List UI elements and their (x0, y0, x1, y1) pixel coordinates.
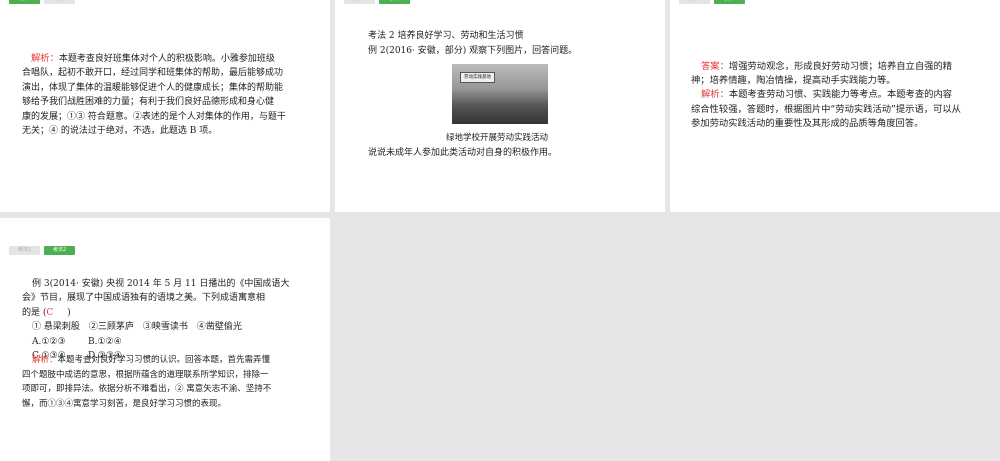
text-line: 增强劳动观念，形成良好劳动习惯；培养自立自强的精 (728, 61, 953, 72)
tab-method-1[interactable]: 考法1 (9, 0, 40, 4)
slide-2[interactable]: 考法1 考法2 考法 2 培养良好学习、劳动和生活习惯 例 2(2016· 安徽… (335, 0, 665, 212)
analysis-label: 解析： (32, 355, 58, 365)
option-a: A.①②③ (32, 337, 66, 347)
text-line: 合唱队，起初不敢开口，经过同学和班集体的帮助，最后能够成功 (22, 68, 284, 78)
tab-method-1[interactable]: 考法1 (679, 0, 710, 4)
tab-method-2[interactable]: 考法2 (379, 0, 410, 4)
text-line: 够给予我们战胜困难的力量；有利于我们良好品德形成和身心健 (22, 97, 275, 107)
text-line: 四个题肢中成语的意思，根据所蕴含的道理联系所学知识，排除一 (22, 370, 269, 380)
tab-method-2[interactable]: 考法2 (44, 0, 75, 4)
tab-method-1[interactable]: 考法1 (344, 0, 375, 4)
option-b: B.①②④ (88, 337, 122, 347)
question-line: 的是 ( (22, 308, 47, 318)
text-line: 演出，体现了集体的温暖能够促进个人的健康成长；集体的帮助能 (22, 83, 284, 93)
slide-3[interactable]: 考法1 考法2 答案：增强劳动观念，形成良好劳动习惯；培养自立自强的精 神；培养… (670, 0, 1000, 212)
text-line: 综合性较强，答题时，根据图片中“劳动实践活动”提示语，可以从 (691, 104, 961, 115)
tab-method-1[interactable]: 考法1 (9, 246, 40, 255)
text-line: 懈，而①③④寓意学习刻苦，是良好学习习惯的表现。 (22, 399, 227, 409)
tab-method-2[interactable]: 考法2 (714, 0, 745, 4)
text-line: 神；培养情趣，陶冶情操，提高动手实践能力等。 (691, 75, 896, 86)
question-line: 会》节目，展现了中国成语独有的语境之美。下列成语寓意相 (22, 293, 266, 303)
example-title: 例 2(2016· 安徽，部分) 观察下列图片，回答问题。 (368, 46, 578, 56)
text-line: 参加劳动实践活动的重要性及其形成的品质等角度回答。 (691, 118, 924, 129)
text-line: 本题考查良好班集体对个人的积极影响。小雅参加班级 (58, 54, 275, 64)
analysis-label: 解析： (701, 89, 729, 100)
paren-close: ) (67, 308, 71, 318)
question-line: 例 3(2014· 安徽) 央视 2014 年 5 月 11 日播出的《中国成语… (32, 279, 290, 289)
photo-sign: 劳动实践基地 (460, 72, 495, 83)
labor-practice-photo: 劳动实践基地 (452, 64, 548, 124)
text-line: 康的发展；①③ 符合题意。②表述的是个人对集体的作用，与题干 (22, 112, 286, 122)
analysis-label: 解析： (31, 53, 59, 64)
text-line: 项即可，即排异法。依据分析不难看出，② 寓意矢志不渝、坚持不 (22, 384, 272, 394)
answer-label: 答案： (701, 61, 729, 72)
slide-1[interactable]: 考法1 考法2 解析：本题考查良好班集体对个人的积极影响。小雅参加班级 合唱队，… (0, 0, 330, 212)
tab-method-2[interactable]: 考法2 (44, 246, 75, 255)
text-line: 无关；④ 的说法过于绝对，不选，此题选 B 项。 (22, 126, 218, 136)
section-heading: 考法 2 培养良好学习、劳动和生活习惯 (368, 31, 524, 41)
text-line: 本题考查对良好学习习惯的认识。回答本题，首先需弄懂 (57, 355, 271, 365)
photo-caption: 绿地学校开展劳动实践活动 (446, 133, 549, 143)
text-line: 本题考查劳动习惯、实践能力等考点。本题考查的内容 (728, 89, 953, 100)
question-text: 说说未成年人参加此类活动对自身的积极作用。 (368, 148, 558, 158)
slide-4[interactable]: 考法1 考法2 例 3(2014· 安徽) 央视 2014 年 5 月 11 日… (0, 218, 330, 461)
idiom-list: ① 悬梁刺股 ②三顾茅庐 ③映雪读书 ④凿壁偷光 (32, 322, 242, 332)
